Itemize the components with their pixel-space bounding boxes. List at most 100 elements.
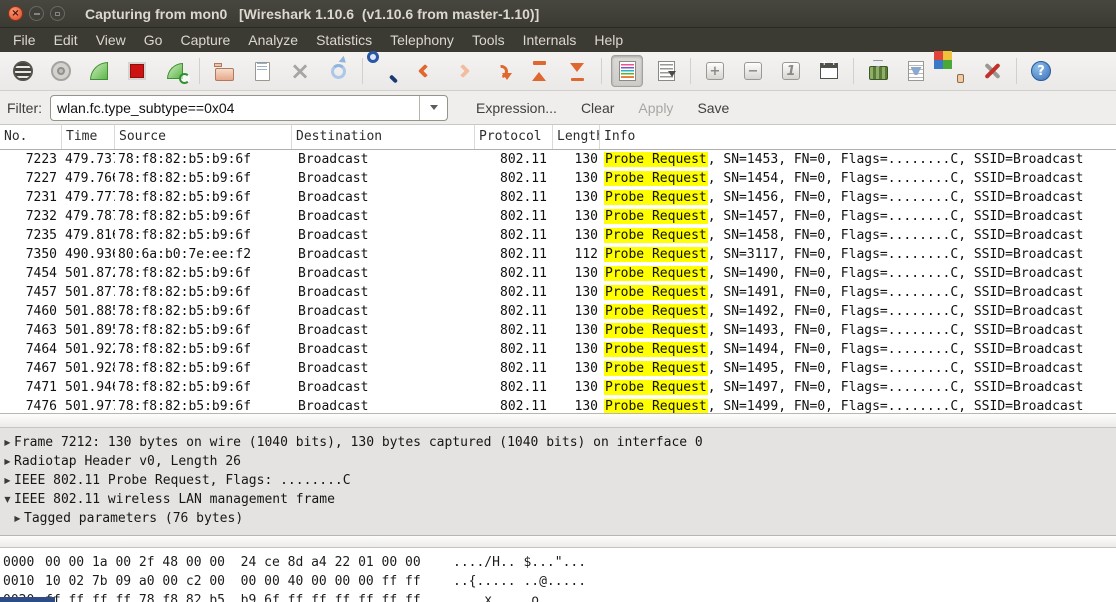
filter-input[interactable] bbox=[51, 100, 419, 116]
find-icon[interactable] bbox=[372, 56, 402, 86]
hex-offset: 0010 bbox=[3, 574, 45, 593]
zoom-in-icon[interactable] bbox=[700, 56, 730, 86]
info-highlight: Probe Request bbox=[604, 266, 708, 281]
menu-capture[interactable]: Capture bbox=[171, 28, 239, 52]
hex-dump-pane: 000000 00 1a 00 2f 48 00 00 24 ce 8d a4 … bbox=[0, 548, 1116, 602]
detail-line[interactable]: ▶IEEE 802.11 Probe Request, Flags: .....… bbox=[0, 471, 1116, 490]
hex-line[interactable]: 000000 00 1a 00 2f 48 00 00 24 ce 8d a4 … bbox=[3, 555, 1116, 574]
info-highlight: Probe Request bbox=[604, 304, 708, 319]
packet-row[interactable]: 7471501.94678:f8:82:b5:b9:6fBroadcast802… bbox=[0, 378, 1116, 397]
column-header-no[interactable]: No. bbox=[0, 125, 62, 149]
collapse-arrow-icon[interactable]: ▼ bbox=[2, 495, 13, 504]
expression-button[interactable]: Expression... bbox=[476, 100, 557, 116]
save-icon[interactable] bbox=[247, 56, 277, 86]
packet-row[interactable]: 7463501.89578:f8:82:b5:b9:6fBroadcast802… bbox=[0, 321, 1116, 340]
menu-statistics[interactable]: Statistics bbox=[307, 28, 381, 52]
packet-row[interactable]: 7232479.78778:f8:82:b5:b9:6fBroadcast802… bbox=[0, 207, 1116, 226]
reload-icon[interactable] bbox=[323, 56, 353, 86]
column-header-info[interactable]: Info bbox=[600, 125, 1116, 149]
column-header-protocol[interactable]: Protocol bbox=[475, 125, 553, 149]
packet-row[interactable]: 7454501.87278:f8:82:b5:b9:6fBroadcast802… bbox=[0, 264, 1116, 283]
help-icon[interactable] bbox=[1026, 56, 1056, 86]
pane-splitter[interactable] bbox=[0, 413, 1116, 428]
detail-line[interactable]: ▶Radiotap Header v0, Length 26 bbox=[0, 452, 1116, 471]
detail-line[interactable]: ▶Frame 7212: 130 bytes on wire (1040 bit… bbox=[0, 433, 1116, 452]
filter-buttons: Expression...ClearApplySave bbox=[464, 100, 741, 116]
window-title: Capturing from mon0 [Wireshark 1.10.6 (v… bbox=[85, 6, 539, 22]
packet-row[interactable]: 7467501.92878:f8:82:b5:b9:6fBroadcast802… bbox=[0, 359, 1116, 378]
hex-ascii: ..{..... ..@..... bbox=[453, 574, 1116, 593]
menu-tools[interactable]: Tools bbox=[463, 28, 514, 52]
packet-row[interactable]: 7476501.97778:f8:82:b5:b9:6fBroadcast802… bbox=[0, 397, 1116, 413]
save-button[interactable]: Save bbox=[697, 100, 729, 116]
capture-filter-icon[interactable] bbox=[863, 56, 893, 86]
close-file-icon[interactable] bbox=[285, 56, 315, 86]
menu-go[interactable]: Go bbox=[135, 28, 172, 52]
expand-arrow-icon[interactable]: ▶ bbox=[2, 476, 13, 485]
capture-start-icon[interactable] bbox=[84, 56, 114, 86]
clear-button[interactable]: Clear bbox=[581, 100, 614, 116]
column-header-source[interactable]: Source bbox=[115, 125, 292, 149]
zoom-100-icon[interactable] bbox=[776, 56, 806, 86]
packet-row[interactable]: 7227479.76678:f8:82:b5:b9:6fBroadcast802… bbox=[0, 169, 1116, 188]
info-highlight: Probe Request bbox=[604, 171, 708, 186]
detail-line[interactable]: ▼IEEE 802.11 wireless LAN management fra… bbox=[0, 490, 1116, 509]
packet-row[interactable]: 7231479.77778:f8:82:b5:b9:6fBroadcast802… bbox=[0, 188, 1116, 207]
menu-view[interactable]: View bbox=[87, 28, 135, 52]
resize-columns-icon[interactable] bbox=[814, 56, 844, 86]
menu-file[interactable]: File bbox=[4, 28, 45, 52]
filter-combo bbox=[50, 95, 448, 121]
autoscroll-icon[interactable] bbox=[651, 56, 681, 86]
menu-help[interactable]: Help bbox=[585, 28, 632, 52]
detail-line[interactable]: ▶Tagged parameters (76 bytes) bbox=[0, 509, 1116, 528]
titlebar: × Capturing from mon0 [Wireshark 1.10.6 … bbox=[0, 0, 1116, 28]
close-button[interactable]: × bbox=[8, 6, 23, 21]
colorize-icon[interactable] bbox=[611, 55, 643, 87]
column-header-length[interactable]: Length bbox=[553, 125, 600, 149]
toolbar bbox=[0, 52, 1116, 91]
zoom-out-icon[interactable] bbox=[738, 56, 768, 86]
forward-icon[interactable] bbox=[448, 56, 478, 86]
goto-top-icon[interactable] bbox=[524, 56, 554, 86]
menu-internals[interactable]: Internals bbox=[514, 28, 586, 52]
capture-options-icon[interactable] bbox=[46, 56, 76, 86]
hex-bytes: ff ff ff ff 78 f8 82 b5 b9 6f ff ff ff f… bbox=[45, 593, 453, 602]
hex-ascii: ..../H.. $..."... bbox=[453, 555, 1116, 574]
filter-bar: Filter: Expression...ClearApplySave bbox=[0, 91, 1116, 125]
expand-arrow-icon[interactable]: ▶ bbox=[2, 438, 13, 447]
packet-row[interactable]: 7460501.88578:f8:82:b5:b9:6fBroadcast802… bbox=[0, 302, 1116, 321]
column-header-destination[interactable]: Destination bbox=[292, 125, 475, 149]
preferences-icon[interactable] bbox=[977, 56, 1007, 86]
capture-restart-icon[interactable] bbox=[160, 56, 190, 86]
hex-line[interactable]: 0020ff ff ff ff 78 f8 82 b5 b9 6f ff ff … bbox=[3, 593, 1116, 602]
menu-edit[interactable]: Edit bbox=[45, 28, 87, 52]
hex-line[interactable]: 001010 02 7b 09 a0 00 c2 00 00 00 40 00 … bbox=[3, 574, 1116, 593]
display-filter-icon[interactable] bbox=[901, 56, 931, 86]
packet-row[interactable]: 7223479.73778:f8:82:b5:b9:6fBroadcast802… bbox=[0, 150, 1116, 169]
minimize-button[interactable] bbox=[29, 6, 44, 21]
packet-row[interactable]: 7235479.81678:f8:82:b5:b9:6fBroadcast802… bbox=[0, 226, 1116, 245]
info-highlight: Probe Request bbox=[604, 209, 708, 224]
coloring-rules-icon[interactable] bbox=[939, 56, 969, 86]
packet-row[interactable]: 7350490.93680:6a:b0:7e:ee:f2Broadcast802… bbox=[0, 245, 1116, 264]
maximize-button[interactable] bbox=[50, 6, 65, 21]
filter-dropdown-arrow-icon[interactable] bbox=[419, 96, 447, 120]
packet-row[interactable]: 7457501.87778:f8:82:b5:b9:6fBroadcast802… bbox=[0, 283, 1116, 302]
back-icon[interactable] bbox=[410, 56, 440, 86]
open-icon[interactable] bbox=[209, 56, 239, 86]
capture-stop-icon[interactable] bbox=[122, 56, 152, 86]
pane-splitter[interactable] bbox=[0, 535, 1116, 548]
goto-bottom-icon[interactable] bbox=[562, 56, 592, 86]
menu-analyze[interactable]: Analyze bbox=[239, 28, 307, 52]
goto-packet-icon[interactable] bbox=[486, 56, 516, 86]
expand-arrow-icon[interactable]: ▶ bbox=[2, 457, 13, 466]
column-header-time[interactable]: Time bbox=[62, 125, 115, 149]
packet-row[interactable]: 7464501.92278:f8:82:b5:b9:6fBroadcast802… bbox=[0, 340, 1116, 359]
expand-arrow-icon[interactable]: ▶ bbox=[12, 514, 23, 523]
interfaces-icon[interactable] bbox=[8, 56, 38, 86]
info-highlight: Probe Request bbox=[604, 361, 708, 376]
info-highlight: Probe Request bbox=[604, 342, 708, 357]
menu-telephony[interactable]: Telephony bbox=[381, 28, 463, 52]
info-highlight: Probe Request bbox=[604, 190, 708, 205]
hex-bytes: 10 02 7b 09 a0 00 c2 00 00 00 40 00 00 0… bbox=[45, 574, 453, 593]
